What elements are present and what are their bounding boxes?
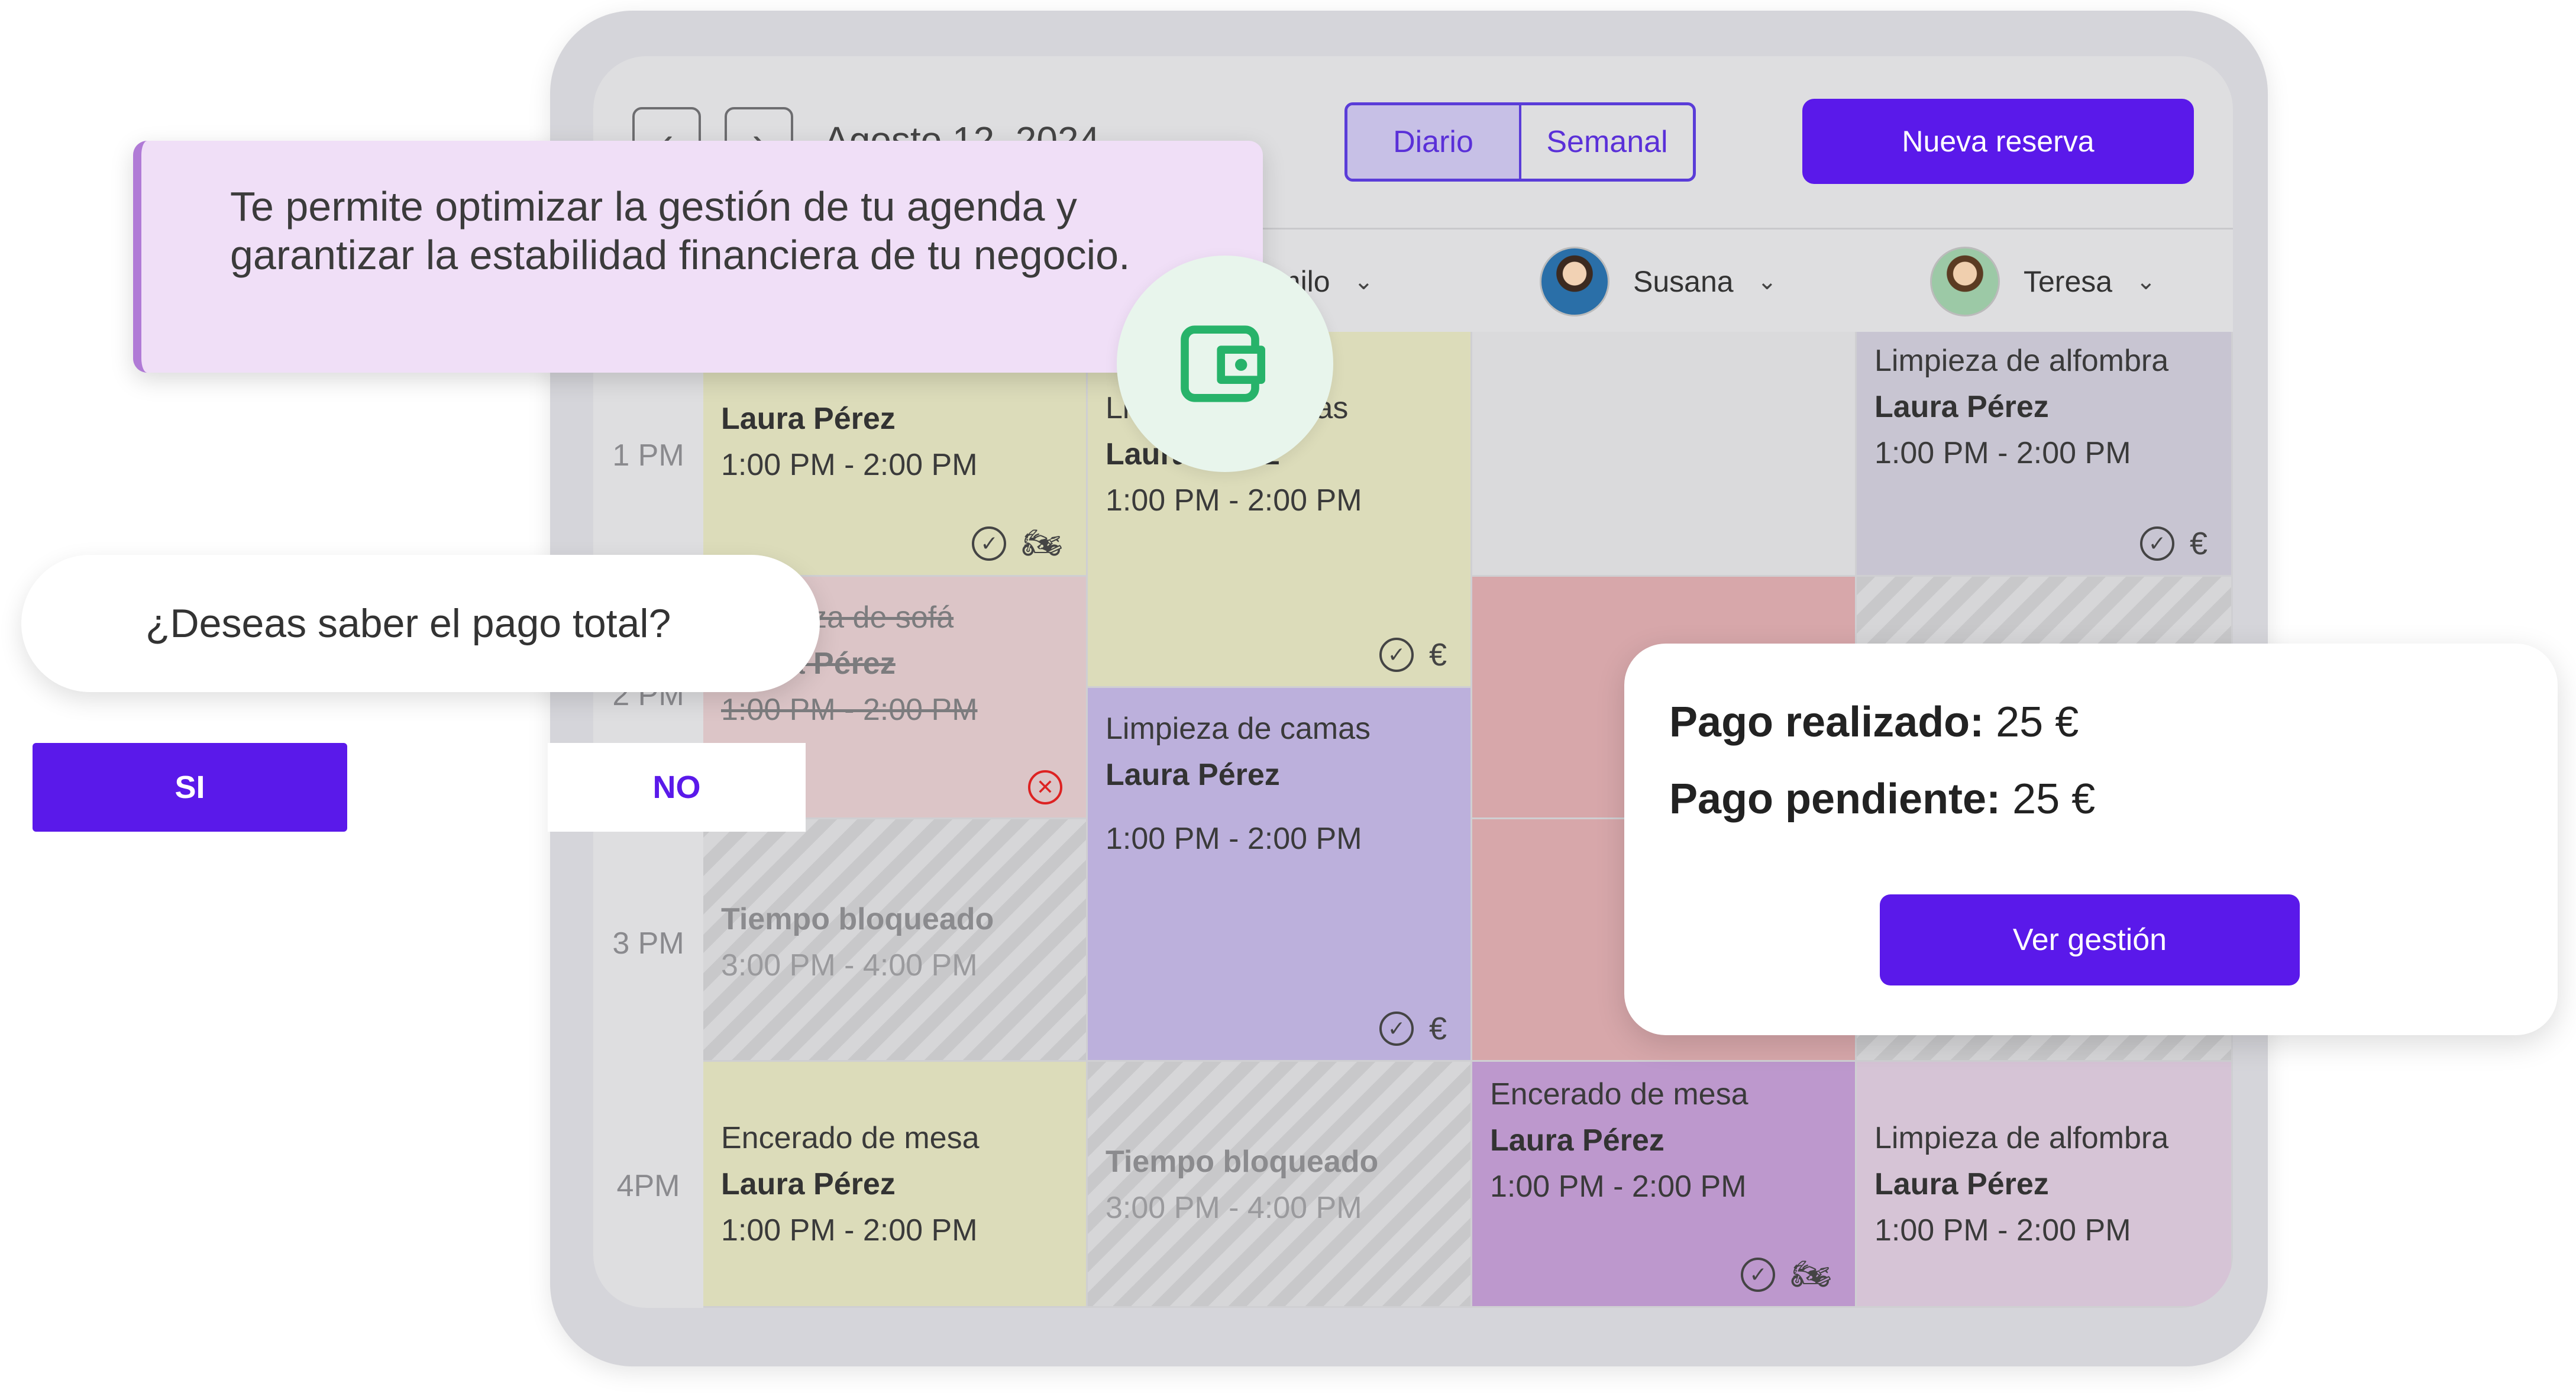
appointment-time: 1:00 PM - 2:00 PM — [721, 1213, 978, 1248]
appointment-card[interactable]: Limpieza de alfombra Laura Pérez 1:00 PM… — [1857, 332, 2233, 577]
wallet-badge — [1117, 256, 1333, 472]
euro-icon: € — [1428, 1011, 1447, 1046]
check-icon: ✓ — [1379, 638, 1414, 672]
euro-icon: € — [2189, 526, 2207, 561]
chevron-down-icon: ⌄ — [2136, 269, 2156, 295]
client-name: Laura Pérez — [1106, 758, 1280, 792]
blocked-time: 3:00 PM - 4:00 PM — [721, 948, 978, 983]
payment-pending-value: 25 € — [2012, 775, 2096, 823]
check-icon: ✓ — [1741, 1257, 1776, 1292]
euro-icon: € — [1428, 637, 1447, 673]
service-name: Limpieza de camas — [1106, 712, 1371, 746]
chevron-down-icon: ⌄ — [1353, 269, 1374, 295]
service-name: Limpieza de alfombra — [1874, 1121, 2169, 1155]
blocked-time-slot[interactable]: Tiempo bloqueado 3:00 PM - 4:00 PM — [703, 819, 1088, 1062]
payment-done-label: Pago realizado: — [1669, 699, 1984, 746]
payment-done-value: 25 € — [1996, 699, 2079, 746]
motorcycle-icon: 🏍 — [1790, 1256, 1831, 1292]
blocked-title: Tiempo bloqueado — [721, 902, 994, 936]
appointment-card[interactable]: Limpieza de camas Laura Pérez 1:00 PM - … — [1088, 688, 1472, 1062]
no-button[interactable]: NO — [548, 743, 806, 832]
client-name: Laura Pérez — [1490, 1123, 1664, 1158]
appointment-time: 1:00 PM - 2:00 PM — [1874, 1213, 2131, 1248]
check-icon: ✓ — [1379, 1012, 1414, 1046]
service-name: Limpieza de alfombra — [1874, 344, 2169, 378]
appointment-time: 1:00 PM - 2:00 PM — [1490, 1169, 1747, 1204]
client-name: Laura Pérez — [721, 402, 896, 436]
tab-diario[interactable]: Diario — [1347, 105, 1521, 179]
wallet-icon — [1181, 325, 1265, 402]
time-label: 1 PM — [612, 438, 684, 473]
payment-pending-row: Pago pendiente: 25 € — [1669, 775, 2095, 823]
appointment-time: 1:00 PM - 2:00 PM — [1874, 436, 2131, 470]
chevron-down-icon: ⌄ — [1757, 269, 1777, 295]
view-management-button[interactable]: Ver gestión — [1880, 894, 2300, 985]
payment-summary-card: Pago realizado: 25 € Pago pendiente: 25 … — [1624, 644, 2558, 1035]
time-label: 4PM — [616, 1169, 680, 1203]
blocked-title: Tiempo bloqueado — [1106, 1145, 1379, 1179]
staff-name: Susana — [1633, 265, 1734, 298]
payment-pending-label: Pago pendiente: — [1669, 775, 2001, 823]
check-icon: ✓ — [2139, 526, 2174, 561]
client-name: Laura Pérez — [1874, 390, 2049, 424]
info-banner: Te permite optimizar la gestión de tu ag… — [133, 141, 1263, 373]
question-bubble: ¿Deseas saber el pago total? — [21, 555, 820, 692]
new-booking-button[interactable]: Nueva reserva — [1802, 99, 2194, 184]
staff-teresa[interactable]: Teresa ⌄ — [1930, 230, 2156, 334]
service-name: Encerado de mesa — [1490, 1077, 1748, 1111]
staff-susana[interactable]: Susana ⌄ — [1540, 230, 1777, 334]
empty-slot[interactable] — [1472, 332, 1857, 577]
yes-button[interactable]: SI — [33, 743, 347, 832]
blocked-time: 3:00 PM - 4:00 PM — [1106, 1191, 1362, 1225]
client-name: Laura Pérez — [1874, 1167, 2049, 1201]
appointment-time: 1:00 PM - 2:00 PM — [1106, 483, 1362, 518]
client-name: Laura Pérez — [721, 1167, 896, 1201]
cancel-icon: ✕ — [1028, 770, 1062, 804]
appointment-card[interactable]: Limpieza de alfombra Laura Pérez 1:00 PM… — [1857, 1062, 2233, 1308]
time-label: 3 PM — [612, 926, 684, 961]
tab-semanal[interactable]: Semanal — [1521, 105, 1693, 179]
blocked-time-slot[interactable]: Tiempo bloqueado 3:00 PM - 4:00 PM — [1088, 1062, 1472, 1308]
appointment-time: 1:00 PM - 2:00 PM — [721, 693, 978, 727]
avatar — [1540, 247, 1609, 316]
staff-name: Teresa — [2024, 265, 2113, 298]
avatar — [1930, 247, 2000, 316]
appointment-time: 1:00 PM - 2:00 PM — [1106, 822, 1362, 856]
appointment-card[interactable]: Encerado de mesa Laura Pérez 1:00 PM - 2… — [1472, 1062, 1857, 1308]
payment-done-row: Pago realizado: 25 € — [1669, 698, 2079, 747]
appointment-time: 1:00 PM - 2:00 PM — [721, 448, 978, 482]
motorcycle-icon: 🏍 — [1022, 525, 1062, 561]
service-name: Encerado de mesa — [721, 1121, 980, 1155]
appointment-card[interactable]: Encerado de mesa Laura Pérez 1:00 PM - 2… — [703, 1062, 1088, 1308]
view-toggle: Diario Semanal — [1344, 102, 1696, 182]
check-icon: ✓ — [972, 526, 1007, 561]
